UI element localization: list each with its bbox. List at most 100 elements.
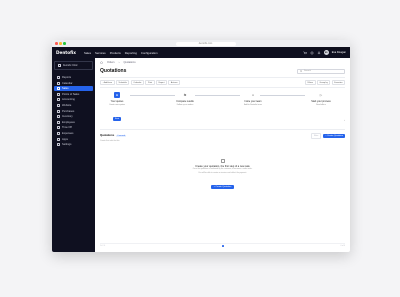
step-subtitle: Create new quotes <box>109 103 125 106</box>
sidebar-item-label: Sales <box>62 87 69 91</box>
expenses-icon <box>57 131 60 135</box>
sales-icon <box>57 87 60 91</box>
minimize-window-dot[interactable] <box>59 42 62 45</box>
sidebar-item-time-off[interactable]: Time Off <box>54 125 93 130</box>
compare-icon: ⇆ <box>183 93 187 98</box>
step-invite-team: ☺ Invite your team Add to Dentofix team <box>228 92 278 106</box>
main-content: Orders › Quotations Quotations Search + … <box>95 58 350 252</box>
sidebar-item-label: Employees <box>62 120 75 124</box>
sidebar-item-label: Settings <box>62 143 72 147</box>
team-icon: ☺ <box>251 93 255 98</box>
sidebar-item-accounting[interactable]: Accounting <box>54 97 93 102</box>
search-input[interactable]: Search <box>297 68 345 74</box>
company-switcher[interactable]: Dentofix Clinic <box>54 61 93 70</box>
window-controls <box>55 42 66 45</box>
step-subtitle: Follow up on orders <box>176 103 194 106</box>
pagination-range: 1-0 / 0 <box>100 245 106 247</box>
step-start-process: ▷ Start your process Send offers <box>296 92 346 106</box>
notification-icon[interactable] <box>317 51 321 55</box>
step-compare-results: ⇆ Compare results Follow up on orders <box>160 92 210 106</box>
user-name[interactable]: Eva Dougan <box>332 51 346 54</box>
employees-icon <box>57 120 60 124</box>
document-icon <box>220 158 225 163</box>
breadcrumb-quotations: Quotations <box>123 61 136 64</box>
reports-icon <box>57 76 60 79</box>
step-badge: A <box>114 92 120 99</box>
sidebar-item-inventory[interactable]: Inventory <box>54 114 93 119</box>
nav-configuration[interactable]: Configuration <box>141 51 158 55</box>
purchases-icon <box>57 109 60 113</box>
nav-products[interactable]: Products <box>110 51 121 55</box>
sidebar-item-label: Time Off <box>62 126 72 130</box>
accounting-icon <box>57 98 60 102</box>
actions-button[interactable]: Actions <box>168 80 180 86</box>
sidebar: Dentofix Clinic Reports Calendar Sales P… <box>52 58 95 252</box>
step-title: Invite your team <box>244 100 262 104</box>
sidebar-item-sales[interactable]: Sales <box>54 86 93 92</box>
topnav-actions: ED Eva Dougan <box>303 50 346 55</box>
print-button[interactable]: Print <box>145 80 155 86</box>
schedule-button[interactable]: Schedule <box>116 80 130 86</box>
website-icon <box>57 103 60 107</box>
breadcrumb-orders[interactable]: Orders <box>107 61 115 64</box>
onboarding-steps: A Your quotes Create new quotes Start ⇆ … <box>100 92 345 129</box>
sidebar-item-website[interactable]: Website <box>54 103 93 108</box>
pagination-total: 0 of 0 <box>340 245 345 247</box>
sidebar-item-label: Accounting <box>62 98 75 102</box>
nav-services[interactable]: Services <box>95 51 106 55</box>
settings-icon <box>57 143 60 147</box>
top-navigation: Dentofix Sales Services Products Reporti… <box>52 47 350 58</box>
step-subtitle: Add to Dentofix team <box>244 103 262 106</box>
filter-button[interactable]: Filter <box>310 133 322 139</box>
sidebar-item-apps[interactable]: Apps <box>54 137 93 142</box>
gear-icon[interactable] <box>310 51 314 55</box>
page-indicator[interactable] <box>222 245 224 247</box>
export-button[interactable]: Export <box>156 80 167 86</box>
sidebar-item-label: Purchases <box>62 109 75 113</box>
page-title: Quotations <box>100 68 127 74</box>
empty-state: Create your quotation, the first step of… <box>100 158 345 192</box>
cart-icon[interactable] <box>303 51 307 55</box>
sidebar-item-expenses[interactable]: Expenses <box>54 131 93 136</box>
nav-sales[interactable]: Sales <box>84 51 91 55</box>
nav-reporting[interactable]: Reporting <box>125 51 137 55</box>
apps-icon <box>57 137 60 141</box>
maximize-window-dot[interactable] <box>63 42 66 45</box>
inventory-icon <box>57 115 60 119</box>
favorites-button[interactable]: Favorites <box>331 80 345 86</box>
section-title: Quotations <box>100 134 115 138</box>
group-by-button[interactable]: Group by <box>317 80 331 86</box>
record-count-badge: 0 records <box>116 134 127 138</box>
brand-logo[interactable]: Dentofix <box>56 50 76 55</box>
sidebar-item-label: Points of Sales <box>62 92 80 96</box>
search-placeholder: Search <box>304 70 311 72</box>
sidebar-item-label: Calendar <box>62 81 73 85</box>
empty-create-quotation-button[interactable]: + Create Quotation <box>210 184 235 190</box>
breadcrumb: Orders › Quotations <box>100 61 345 64</box>
browser-window: dentofix.com Dentofix Sales Services Pro… <box>52 40 350 252</box>
home-icon[interactable] <box>100 61 103 64</box>
start-button[interactable]: Start <box>112 116 122 121</box>
step-title: Your quotes <box>110 100 124 104</box>
play-icon: ▷ <box>319 93 323 98</box>
sidebar-item-calendar[interactable]: Calendar <box>54 81 93 86</box>
step-subtitle: Send offers <box>316 103 326 106</box>
add-item-button[interactable]: + Add item <box>100 80 115 86</box>
sidebar-item-points-of-sales[interactable]: Points of Sales <box>54 92 93 97</box>
sidebar-item-reports[interactable]: Reports <box>54 75 93 80</box>
close-window-dot[interactable] <box>55 42 58 45</box>
sidebar-item-label: Website <box>62 103 72 107</box>
user-avatar[interactable]: ED <box>323 50 329 55</box>
url-bar[interactable]: dentofix.com <box>175 41 236 46</box>
toolbar: + Add item Schedule Calendar Print Expor… <box>100 77 345 89</box>
breadcrumb-separator: › <box>118 61 120 64</box>
filters-button[interactable]: Filters <box>305 80 316 86</box>
sidebar-item-purchases[interactable]: Purchases <box>54 109 93 114</box>
step-title: Start your process <box>311 100 331 104</box>
sidebar-item-employees[interactable]: Employees <box>54 120 93 125</box>
sidebar-item-settings[interactable]: Settings <box>54 142 93 147</box>
calendar-button[interactable]: Calendar <box>130 80 144 86</box>
create-quotation-button[interactable]: + Create Quotation <box>323 133 345 138</box>
calendar-icon <box>57 81 60 85</box>
section-subtitle: Create first sale for this <box>100 139 120 142</box>
